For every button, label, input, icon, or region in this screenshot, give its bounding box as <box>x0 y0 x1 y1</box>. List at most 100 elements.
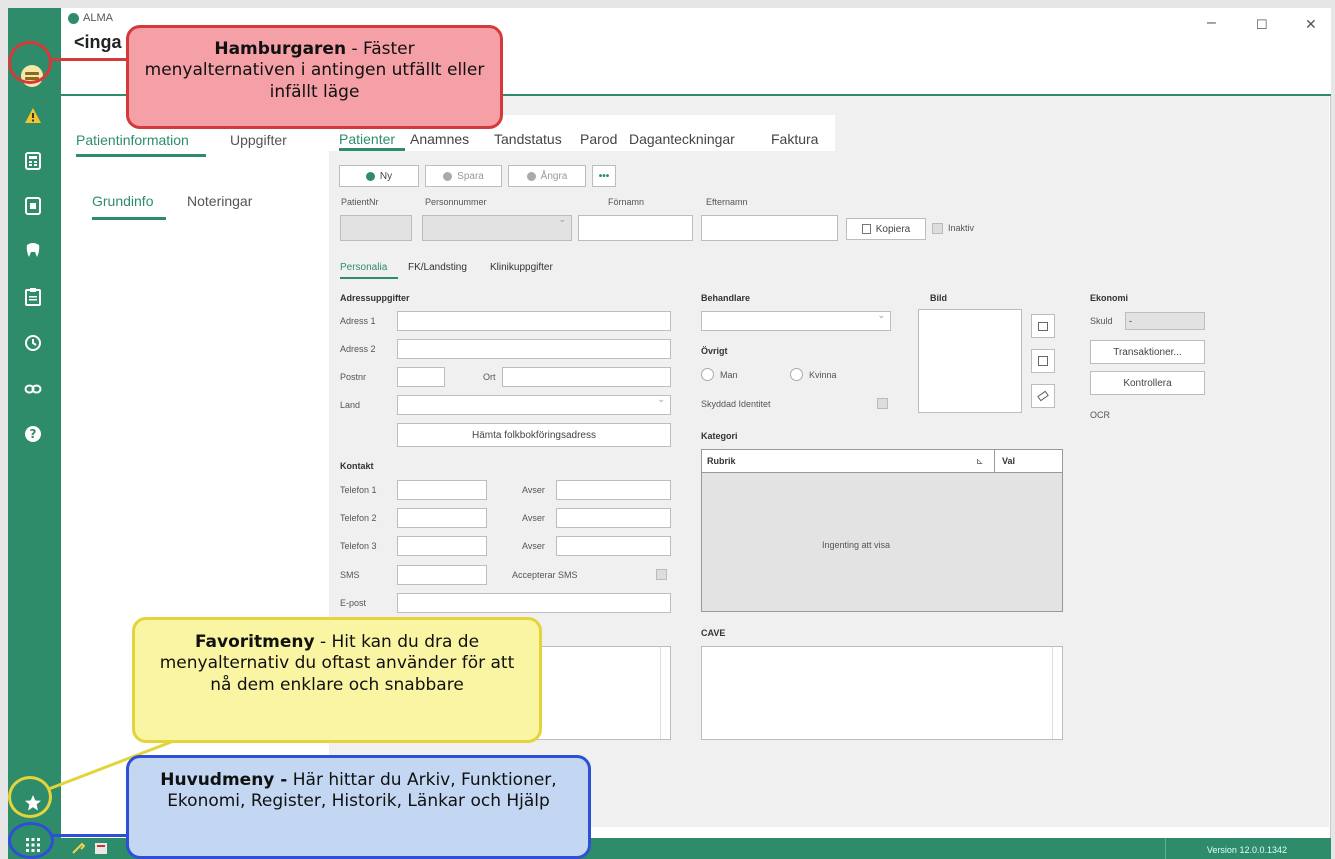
new-button[interactable]: Ny <box>339 165 419 187</box>
avser1-label: Avser <box>522 485 545 495</box>
telefon2-field[interactable] <box>397 508 487 528</box>
tab-faktura[interactable]: Faktura <box>771 131 818 147</box>
tab-personalia[interactable]: Personalia <box>340 262 387 273</box>
man-radio[interactable] <box>701 368 714 381</box>
ort-label: Ort <box>483 372 496 382</box>
clipboard-icon[interactable] <box>22 288 44 310</box>
efternamn-field[interactable] <box>701 215 838 241</box>
ort-field[interactable] <box>502 367 671 387</box>
link-icon[interactable] <box>22 380 44 402</box>
fetch-address-button[interactable]: Hämta folkbokföringsadress <box>397 423 671 447</box>
behandlare-dropdown[interactable] <box>701 310 891 331</box>
grid-column-divider <box>994 449 995 473</box>
kvinna-radio[interactable] <box>790 368 803 381</box>
sidebar: ? <box>8 8 61 859</box>
bild-header: Bild <box>930 293 947 303</box>
telefon3-label: Telefon 3 <box>340 541 377 551</box>
behandlare-header: Behandlare <box>701 293 751 303</box>
adress1-field[interactable] <box>397 311 671 331</box>
land-dropdown[interactable] <box>397 394 671 415</box>
transaktioner-button[interactable]: Transaktioner... <box>1090 340 1205 364</box>
more-button[interactable]: ••• <box>592 165 616 187</box>
main-tab-underline <box>339 148 405 151</box>
avser2-field[interactable] <box>556 508 671 528</box>
status-calculator-icon[interactable] <box>94 842 108 855</box>
postnr-field[interactable] <box>397 367 445 387</box>
version-text: Version 12.0.0.1342 <box>1206 845 1287 855</box>
sms-field[interactable] <box>397 565 487 585</box>
skuld-field: - <box>1125 312 1205 330</box>
app-title: ALMA <box>68 12 113 24</box>
photo-frame-button[interactable] <box>1031 349 1055 373</box>
warning-icon[interactable] <box>22 107 44 129</box>
copy-button[interactable]: Kopiera <box>846 218 926 240</box>
id-card-icon[interactable] <box>22 197 44 219</box>
accept-sms-label: Accepterar SMS <box>512 570 578 580</box>
patientnr-field[interactable] <box>340 215 412 241</box>
telefon3-field[interactable] <box>397 536 487 556</box>
filter-icon[interactable]: ⊾ <box>976 456 984 467</box>
hamburger-leader-line <box>52 58 132 61</box>
kvinna-label: Kvinna <box>809 370 837 380</box>
hamburger-callout: Hamburgaren - Fäster menyalternativen i … <box>126 25 503 129</box>
fornamn-label: Förnamn <box>608 197 645 207</box>
notes-textarea[interactable] <box>535 646 671 740</box>
telefon1-label: Telefon 1 <box>340 485 377 495</box>
tab-daganteckningar[interactable]: Daganteckningar <box>629 131 735 147</box>
maximize-button[interactable]: ☐ <box>1256 17 1268 33</box>
photo-erase-button[interactable] <box>1031 384 1055 408</box>
kontrollera-button[interactable]: Kontrollera <box>1090 371 1205 395</box>
skyddad-checkbox[interactable] <box>877 398 888 409</box>
avser3-field[interactable] <box>556 536 671 556</box>
calculator-icon[interactable] <box>22 152 44 174</box>
tab-patienter[interactable]: Patienter <box>339 131 395 147</box>
adress2-field[interactable] <box>397 339 671 359</box>
ocr-label: OCR <box>1090 410 1110 420</box>
eraser-icon <box>1037 390 1049 402</box>
inactive-checkbox[interactable] <box>932 223 943 234</box>
telefon1-field[interactable] <box>397 480 487 500</box>
camera-icon <box>1038 321 1048 331</box>
tab-parod[interactable]: Parod <box>580 131 617 147</box>
address-header: Adressuppgifter <box>340 293 410 303</box>
tab-fk-landsting[interactable]: FK/Landsting <box>408 262 467 273</box>
minimize-button[interactable]: – <box>1207 14 1216 32</box>
tab-uppgifter[interactable]: Uppgifter <box>230 132 287 148</box>
tooth-icon[interactable] <box>22 241 44 263</box>
email-field[interactable] <box>397 593 671 613</box>
accept-sms-checkbox[interactable] <box>656 569 667 580</box>
telefon2-label: Telefon 2 <box>340 513 377 523</box>
help-icon[interactable]: ? <box>22 425 44 447</box>
tab-patientinformation[interactable]: Patientinformation <box>76 132 189 148</box>
notes-scrollbar[interactable] <box>660 647 670 739</box>
cave-scrollbar[interactable] <box>1052 647 1062 739</box>
photo-camera-button[interactable] <box>1031 314 1055 338</box>
history-icon[interactable] <box>22 334 44 356</box>
alma-logo-icon <box>68 12 79 24</box>
tab-tandstatus[interactable]: Tandstatus <box>494 131 562 147</box>
tab-grundinfo[interactable]: Grundinfo <box>92 193 153 209</box>
main-menu-leader-line <box>52 834 132 837</box>
undo-button[interactable]: Ångra <box>508 165 586 187</box>
tab-anamnes[interactable]: Anamnes <box>410 131 469 147</box>
save-button[interactable]: Spara <box>425 165 502 187</box>
kategori-col-val[interactable]: Val <box>1002 456 1015 466</box>
left-tab-underline <box>76 154 206 157</box>
man-label: Man <box>720 370 738 380</box>
hamburger-callout-title: Hamburgaren <box>214 39 347 59</box>
adress2-label: Adress 2 <box>340 344 376 354</box>
hamburger-highlight-ring <box>8 41 52 84</box>
main-menu-callout: Huvudmeny - Här hittar du Arkiv, Funktio… <box>126 755 591 859</box>
kategori-col-rubrik[interactable]: Rubrik <box>707 456 736 466</box>
status-divider <box>1165 838 1166 859</box>
fornamn-field[interactable] <box>578 215 693 241</box>
status-wrench-icon[interactable] <box>71 842 86 855</box>
tab-noteringar[interactable]: Noteringar <box>187 193 252 209</box>
personnummer-label: Personnummer <box>425 197 487 207</box>
left-subtab-underline <box>92 217 166 220</box>
cave-textarea[interactable] <box>701 646 1063 740</box>
tab-klinikuppgifter[interactable]: Klinikuppgifter <box>490 262 553 273</box>
avser1-field[interactable] <box>556 480 671 500</box>
close-button[interactable]: ✕ <box>1305 16 1317 33</box>
personnummer-field[interactable] <box>422 214 572 241</box>
